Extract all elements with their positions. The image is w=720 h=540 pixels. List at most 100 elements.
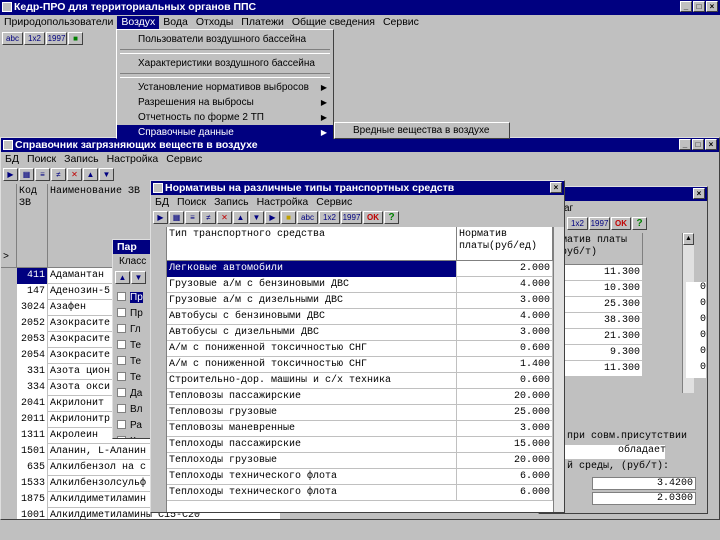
nmenu-db[interactable]: БД xyxy=(151,196,173,209)
nav-first-icon[interactable]: ▶ xyxy=(3,168,18,181)
param-up-icon[interactable]: ▲ xyxy=(115,271,130,284)
norms-down-icon[interactable]: ▼ xyxy=(249,211,264,224)
air-menu-reports[interactable]: Отчетность по форме 2 ТП ▶ xyxy=(117,110,333,125)
norms-abc-button[interactable]: abc xyxy=(297,211,318,224)
table-row[interactable]: Теплоходы грузовые 20.000 xyxy=(167,453,553,469)
air-menu-norms[interactable]: Установление нормативов выбросов ▶ xyxy=(117,80,333,95)
norms-help-button[interactable]: ? xyxy=(384,211,399,224)
norms-table-icon[interactable]: ▦ xyxy=(169,211,184,224)
menu-users[interactable]: Природопользователи xyxy=(0,16,117,29)
pollutants-minimize-button[interactable]: _ xyxy=(679,139,691,150)
pmenu-record[interactable]: Запись xyxy=(60,153,102,166)
norms-folder-icon[interactable]: ■ xyxy=(281,211,296,224)
table-row[interactable]: Теплоходы пассажирские 15.000 xyxy=(167,437,553,453)
right-calendar-button[interactable]: 1997 xyxy=(589,217,610,230)
norms-delete-icon[interactable]: ✕ xyxy=(217,211,232,224)
air-menu-users[interactable]: Пользователи воздушного бассейна xyxy=(117,32,333,47)
tool-green-button[interactable]: ■ xyxy=(68,32,83,45)
table-row[interactable]: Автобусы с бензиновыми ДВС 4.000 xyxy=(167,309,553,325)
checkbox[interactable] xyxy=(117,404,126,413)
menu-service[interactable]: Сервис xyxy=(379,16,423,29)
table-row[interactable]: Тепловозы грузовые 25.000 xyxy=(167,405,553,421)
down-arrow-icon[interactable]: ▼ xyxy=(99,168,114,181)
param-item-label: Те xyxy=(130,356,142,367)
table-row[interactable]: Теплоходы технического флота 6.000 xyxy=(167,469,553,485)
table-row[interactable]: А/м с пониженной токсичностью СНГ 1.400 xyxy=(167,357,553,373)
norms-delete-row-icon[interactable]: ≠ xyxy=(201,211,216,224)
norms-menu-bar: БД Поиск Запись Настройка Сервис xyxy=(151,196,564,209)
norms-close-button[interactable]: × xyxy=(550,182,562,193)
checkbox[interactable] xyxy=(117,388,126,397)
table-row[interactable]: Тепловозы пассажирские 20.000 xyxy=(167,389,553,405)
right-close-button[interactable]: × xyxy=(693,188,705,199)
norms-up-icon[interactable]: ▲ xyxy=(233,211,248,224)
menu-water[interactable]: Вода xyxy=(159,16,192,29)
table-row[interactable]: Грузовые а/м с бензиновыми ДВС 4.000 xyxy=(167,277,553,293)
nmenu-record[interactable]: Запись xyxy=(210,196,252,209)
pmenu-db[interactable]: БД xyxy=(1,153,23,166)
checkbox[interactable] xyxy=(117,356,126,365)
tool-abc-button[interactable]: abc xyxy=(2,32,23,45)
checkbox[interactable] xyxy=(117,436,126,438)
checkbox[interactable] xyxy=(117,372,126,381)
pollutants-maximize-button[interactable]: □ xyxy=(692,139,704,150)
minimize-button[interactable]: _ xyxy=(680,1,692,12)
delete-icon[interactable]: ✕ xyxy=(67,168,82,181)
table-row[interactable]: Легковые автомобили 2.000 xyxy=(167,261,553,277)
pmenu-search[interactable]: Поиск xyxy=(23,153,60,166)
air-menu-reference[interactable]: Справочные данные ▶ xyxy=(117,125,333,140)
nmenu-search[interactable]: Поиск xyxy=(173,196,210,209)
table-row[interactable]: Грузовые а/м с дизельными ДВС 3.000 xyxy=(167,293,553,309)
norms-first-icon[interactable]: ▶ xyxy=(153,211,168,224)
norms-insert-icon[interactable]: ≡ xyxy=(185,211,200,224)
menu-payments[interactable]: Платежи xyxy=(237,16,288,29)
up-arrow-icon[interactable]: ▲ xyxy=(83,168,98,181)
checkbox[interactable] xyxy=(117,420,126,429)
checkbox[interactable] xyxy=(117,324,126,333)
checkbox[interactable] xyxy=(117,308,126,317)
pmenu-settings[interactable]: Настройка xyxy=(103,153,163,166)
maximize-button[interactable]: □ xyxy=(693,1,705,12)
nmenu-settings[interactable]: Настройка xyxy=(253,196,313,209)
table-row[interactable]: Теплоходы технического флота 6.000 xyxy=(167,485,553,501)
norms-next-icon[interactable]: ▶ xyxy=(265,211,280,224)
right-value-1[interactable]: 3.4200 xyxy=(592,477,696,490)
right-bottom-line-2: обладает xyxy=(565,445,666,459)
table-icon[interactable]: ▦ xyxy=(19,168,34,181)
nmenu-service[interactable]: Сервис xyxy=(312,196,356,209)
table-row[interactable]: Автобусы с дизельными ДВС 3.000 xyxy=(167,325,553,341)
delete-row-icon[interactable]: ≠ xyxy=(51,168,66,181)
menu-waste[interactable]: Отходы xyxy=(192,16,237,29)
param-item-label: Пр xyxy=(130,308,143,319)
norms-vscroll[interactable] xyxy=(553,227,564,512)
tool-calendar-button[interactable]: 1997 xyxy=(46,32,67,45)
checkbox[interactable] xyxy=(117,292,126,301)
checkbox[interactable] xyxy=(117,340,126,349)
pollutants-close-button[interactable]: × xyxy=(705,139,717,150)
param-down-icon[interactable]: ▼ xyxy=(131,271,146,284)
edge-value: 0 xyxy=(686,298,706,314)
tool-calc-button[interactable]: 1x2 xyxy=(24,32,45,45)
norms-calc-button[interactable]: 1x2 xyxy=(319,211,340,224)
right-ok-button[interactable]: OK xyxy=(611,217,631,230)
table-row[interactable]: Тепловозы маневренные 3.000 xyxy=(167,421,553,437)
right-calc-button[interactable]: 1x2 xyxy=(567,217,588,230)
norms-calendar-button[interactable]: 1997 xyxy=(341,211,362,224)
norms-ok-button[interactable]: OK xyxy=(363,211,383,224)
table-row[interactable]: А/м с пониженной токсичностью СНГ 0.600 xyxy=(167,341,553,357)
pollutant-code: 1875 xyxy=(17,492,48,508)
norms-marker-column xyxy=(151,227,167,512)
insert-row-icon[interactable]: ≡ xyxy=(35,168,50,181)
right-help-button[interactable]: ? xyxy=(632,217,647,230)
pollutant-code: 1001 xyxy=(17,508,48,519)
pmenu-service[interactable]: Сервис xyxy=(162,153,206,166)
submenu-pollutants[interactable]: Вредные вещества в воздухе xyxy=(335,123,509,138)
vehicle-type: Теплоходы технического флота xyxy=(167,469,457,485)
table-row[interactable]: Строительно-дор. машины и с/х техника 0.6… xyxy=(167,373,553,389)
air-menu-permits[interactable]: Разрешения на выбросы ▶ xyxy=(117,95,333,110)
menu-general[interactable]: Общие сведения xyxy=(288,16,379,29)
close-button[interactable]: × xyxy=(706,1,718,12)
menu-air[interactable]: Воздух xyxy=(117,16,160,29)
air-menu-characteristics[interactable]: Характеристики воздушного бассейна xyxy=(117,56,333,71)
right-value-2[interactable]: 2.0300 xyxy=(592,492,696,505)
